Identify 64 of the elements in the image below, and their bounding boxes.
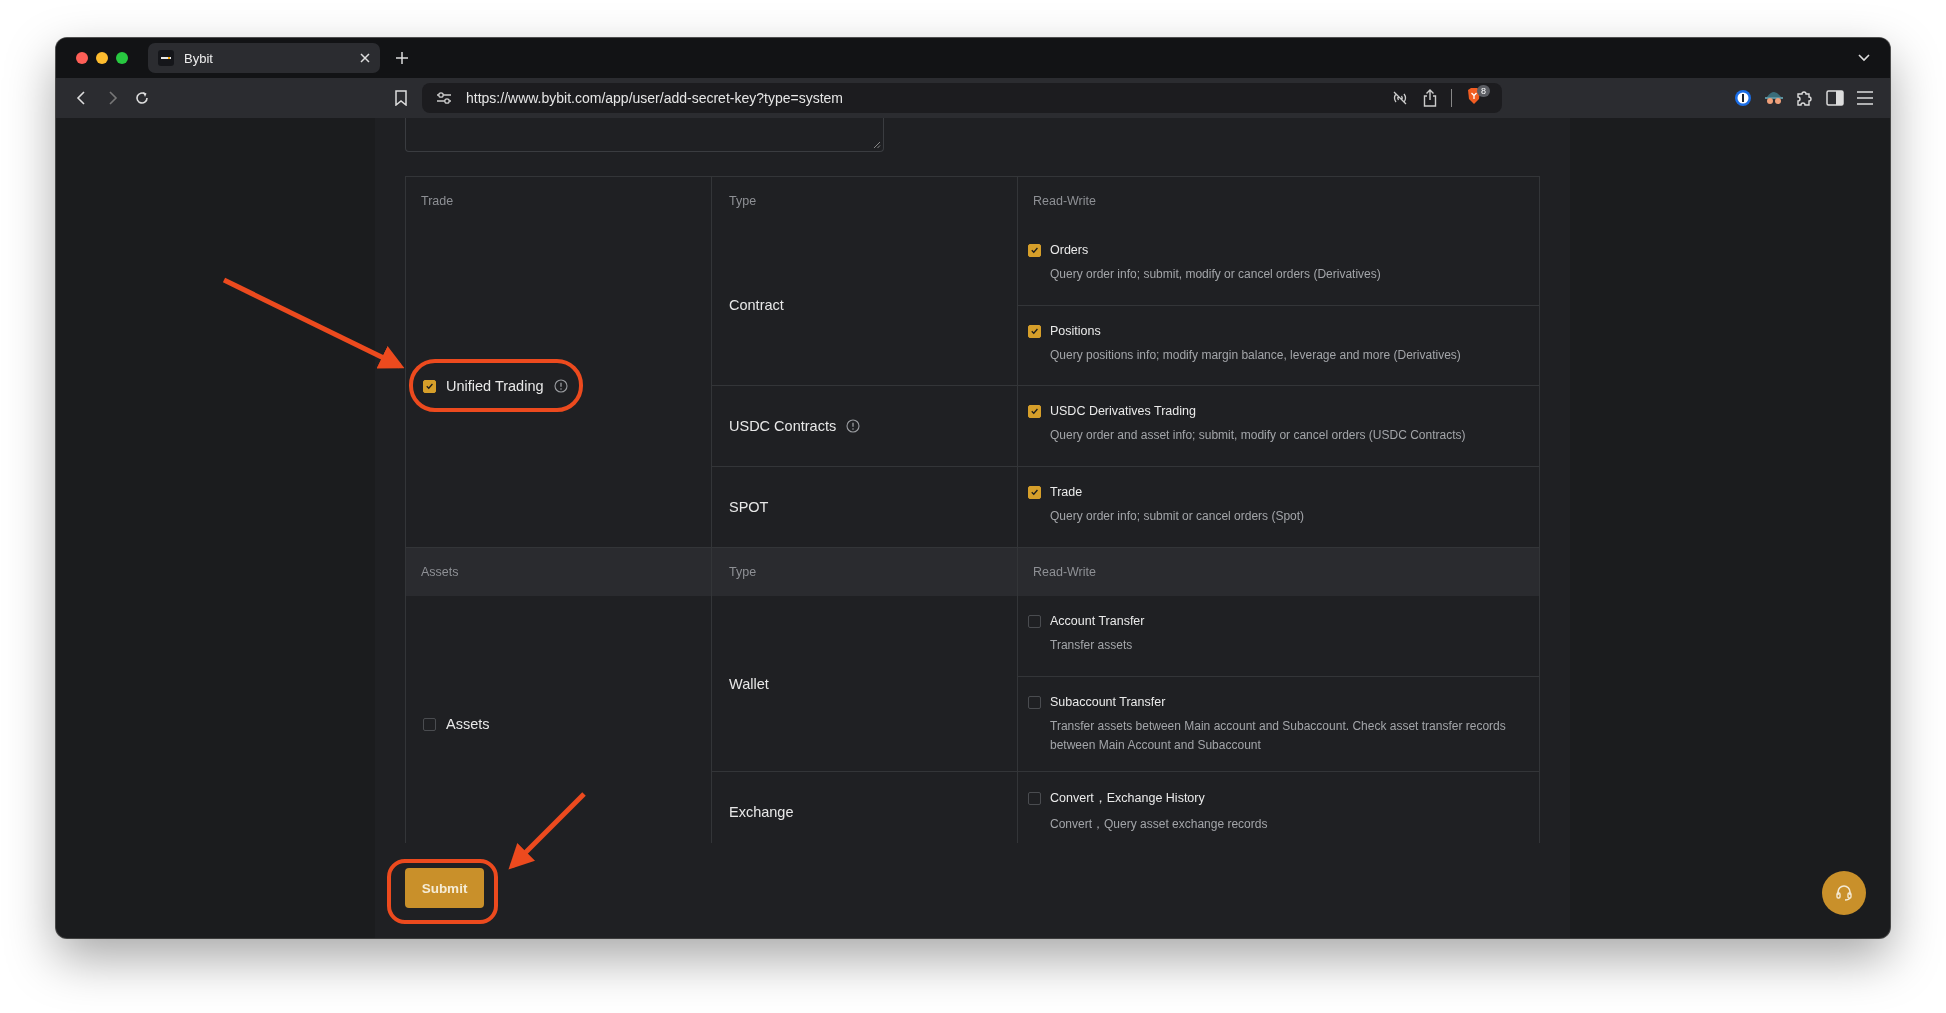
column-header: Read-Write xyxy=(1033,565,1096,579)
type-name: Contract xyxy=(729,297,784,313)
resize-grip-icon[interactable] xyxy=(873,141,881,149)
tab-title: Bybit xyxy=(184,50,214,66)
info-icon[interactable] xyxy=(846,419,861,433)
share-icon[interactable] xyxy=(1423,89,1437,107)
close-icon[interactable] xyxy=(360,53,370,63)
spy-glasses-icon[interactable] xyxy=(1764,89,1784,107)
no-signal-icon[interactable] xyxy=(1391,90,1409,106)
checkbox[interactable] xyxy=(1028,695,1041,709)
menu-icon[interactable] xyxy=(1856,91,1874,105)
permission-title[interactable]: USDC Derivatives Trading xyxy=(1050,404,1196,418)
password-manager-icon[interactable] xyxy=(1734,89,1752,107)
site-logo-icon xyxy=(158,50,174,66)
checkbox[interactable] xyxy=(1028,243,1041,257)
support-button[interactable] xyxy=(1822,871,1866,915)
checkbox[interactable] xyxy=(1028,485,1041,499)
puzzle-icon[interactable] xyxy=(1796,89,1814,107)
permission-title[interactable]: Convert，Exchange History xyxy=(1050,790,1205,807)
permission-description: Query positions info; modify margin balance, leverage and more (Derivatives) xyxy=(1049,347,1462,364)
checkbox[interactable] xyxy=(1028,404,1041,418)
shield-icon[interactable] xyxy=(1466,87,1482,105)
browser-tab[interactable]: Bybit xyxy=(148,43,380,73)
info-icon[interactable] xyxy=(553,379,568,393)
type-name: USDC Contracts xyxy=(729,418,837,434)
close-window-button[interactable] xyxy=(76,52,88,64)
site-settings-icon[interactable] xyxy=(436,91,452,105)
type-name: SPOT xyxy=(729,499,769,515)
url-text: https://www.bybit.com/app/user/add-secret-key?type=system xyxy=(466,90,843,106)
sidebar-icon[interactable] xyxy=(1826,90,1844,106)
checkbox[interactable] xyxy=(423,379,436,393)
checkbox[interactable] xyxy=(1028,614,1041,628)
maximize-window-button[interactable] xyxy=(116,52,128,64)
chevron-down-icon[interactable] xyxy=(1858,54,1870,62)
group-label[interactable]: Assets xyxy=(446,716,490,732)
column-header: Type xyxy=(729,194,757,208)
permission-title[interactable]: Subaccount Transfer xyxy=(1050,695,1166,709)
column-header: Trade xyxy=(421,194,454,208)
type-name: Exchange xyxy=(729,804,794,820)
checkbox[interactable] xyxy=(1028,792,1041,805)
permission-description: Transfer assets between Main account and Subaccount. Check asset transfer records between Main Account and Subaccount xyxy=(1049,718,1507,754)
permission-title[interactable]: Orders xyxy=(1050,243,1089,257)
checkbox[interactable] xyxy=(423,717,436,731)
headset-icon xyxy=(1834,883,1854,903)
permission-description: Convert，Query asset exchange records xyxy=(1049,816,1269,833)
column-header: Read-Write xyxy=(1033,194,1096,208)
column-header: Assets xyxy=(421,565,459,579)
type-name: Wallet xyxy=(729,675,769,692)
reload-icon[interactable] xyxy=(134,90,150,106)
minimize-window-button[interactable] xyxy=(96,52,108,64)
column-header: Type xyxy=(729,565,757,579)
new-tab-icon[interactable] xyxy=(396,52,408,64)
permission-description: Query order and asset info; submit, modify or cancel orders (USDC Contracts) xyxy=(1049,427,1467,444)
permission-description: Transfer assets xyxy=(1049,637,1134,654)
permission-description: Query order info; submit, modify or cancel orders (Derivatives) xyxy=(1049,266,1382,283)
bookmark-icon[interactable] xyxy=(394,90,408,106)
address-bar[interactable]: https://www.bybit.com/app/user/add-secret-key?type=system 8 xyxy=(422,83,1502,113)
blocked-count-badge: 8 xyxy=(1477,85,1490,97)
group-label[interactable]: Unified Trading xyxy=(446,378,544,394)
permission-title[interactable]: Account Transfer xyxy=(1050,614,1145,628)
permission-description: Query order info; submit or cancel orders (Spot) xyxy=(1049,508,1306,525)
checkbox[interactable] xyxy=(1028,324,1041,338)
permission-title[interactable]: Positions xyxy=(1050,324,1101,338)
permission-title[interactable]: Trade xyxy=(1050,485,1083,499)
